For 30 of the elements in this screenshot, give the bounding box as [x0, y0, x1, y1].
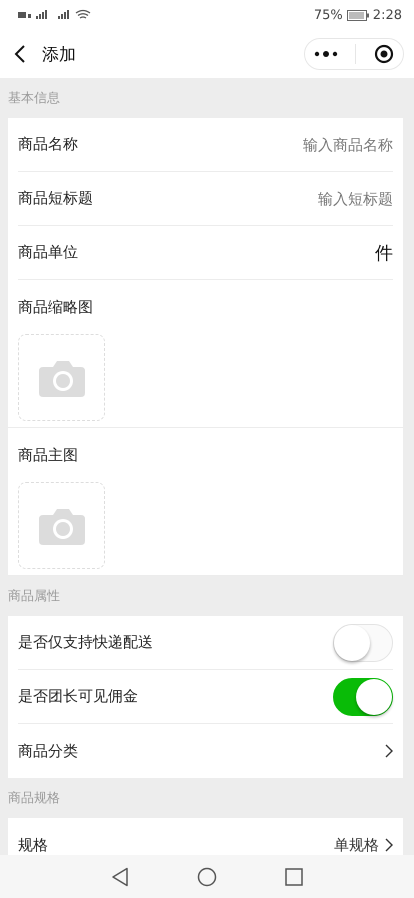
field-label: 商品单位 — [18, 243, 78, 262]
input-field[interactable]: 输入短标题 — [233, 190, 393, 208]
chevron-right-icon[interactable] — [385, 838, 393, 852]
field-label: 商品分类 — [18, 742, 78, 760]
recents-icon[interactable] — [285, 868, 303, 886]
field-label: 是否团长可见佣金 — [18, 687, 138, 706]
field-label: 商品名称 — [18, 135, 78, 154]
spec-value[interactable]: 单规格 — [334, 836, 379, 854]
unit-value[interactable]: 件 — [375, 240, 393, 264]
section-title: 商品属性 — [8, 588, 60, 605]
field-label: 商品缩略图 — [18, 297, 93, 318]
back-icon[interactable] — [14, 44, 26, 64]
section-title: 商品规格 — [8, 790, 60, 807]
input-field[interactable]: 输入商品名称 — [233, 136, 393, 154]
section-title: 基本信息 — [8, 90, 60, 107]
field-label: 商品主图 — [18, 445, 78, 466]
more-icon[interactable] — [314, 50, 338, 58]
home-icon[interactable] — [197, 866, 217, 886]
field-label: 规格 — [18, 836, 48, 854]
battery-percent: 75% — [314, 8, 343, 22]
page-title: 添加 — [42, 44, 76, 66]
field-label: 商品短标题 — [18, 189, 93, 208]
clock-time: 2:28 — [372, 8, 402, 22]
toggle-switch[interactable] — [333, 678, 393, 716]
camera-icon — [38, 506, 84, 544]
chevron-right-icon[interactable] — [385, 744, 393, 758]
battery-icon — [346, 10, 369, 20]
back-icon[interactable] — [111, 866, 129, 886]
field-label: 是否仅支持快递配送 — [18, 633, 153, 652]
camera-icon — [38, 358, 84, 396]
